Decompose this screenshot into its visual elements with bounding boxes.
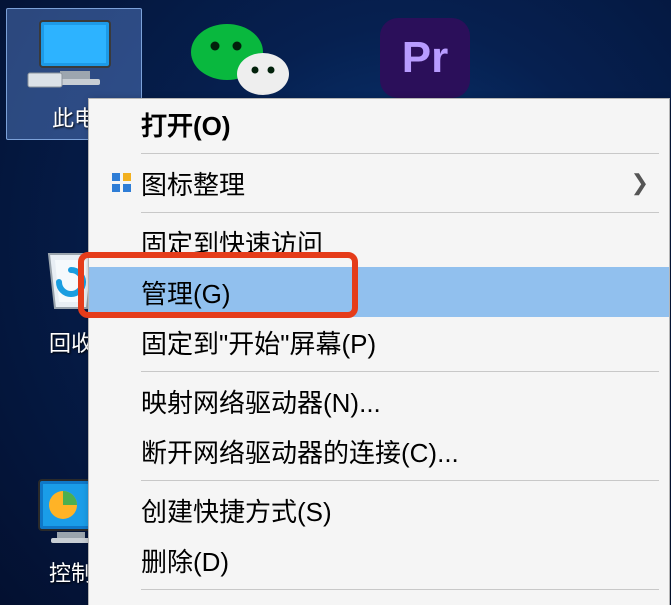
menu-item-pin-quick-access[interactable]: 固定到快速访问: [89, 217, 669, 267]
menu-item-label: 删除(D): [141, 542, 649, 579]
menu-item-label: 创建快捷方式(S): [141, 492, 649, 529]
menu-separator: [141, 480, 659, 481]
menu-item-label: 映射网络驱动器(N)...: [141, 383, 649, 420]
menu-item-label: 图标整理: [141, 165, 631, 202]
menu-item-delete[interactable]: 删除(D): [89, 535, 669, 585]
menu-item-label: 管理(G): [141, 274, 649, 311]
pr-letter-p: P: [402, 33, 431, 83]
menu-item-pin-start[interactable]: 固定到"开始"屏幕(P): [89, 317, 669, 367]
menu-item-properties[interactable]: 属性(R): [89, 594, 669, 605]
menu-item-icon-arrange[interactable]: 图标整理 ❯: [89, 158, 669, 208]
desktop-icon-wechat[interactable]: [185, 18, 295, 108]
submenu-arrow-icon: ❯: [631, 170, 649, 196]
menu-item-open[interactable]: 打开(O): [89, 99, 669, 149]
menu-item-label: 固定到"开始"屏幕(P): [141, 324, 649, 361]
menu-item-label: 打开(O): [141, 106, 649, 143]
menu-item-disconnect-drive[interactable]: 断开网络驱动器的连接(C)...: [89, 426, 669, 476]
menu-item-map-drive[interactable]: 映射网络驱动器(N)...: [89, 376, 669, 426]
context-menu: 打开(O) 图标整理 ❯ 固定到快速访问 管理(G) 固定到"开始"屏幕(P) …: [88, 98, 670, 605]
grid-icon: [103, 172, 141, 194]
menu-separator: [141, 589, 659, 590]
menu-item-label: 断开网络驱动器的连接(C)...: [141, 433, 649, 470]
desktop-icon-premiere[interactable]: Pr: [380, 18, 470, 98]
menu-item-label: 属性(R): [141, 601, 649, 605]
menu-separator: [141, 153, 659, 154]
menu-separator: [141, 371, 659, 372]
menu-item-label: 固定到快速访问: [141, 224, 649, 261]
pr-letter-r: r: [431, 33, 448, 83]
monitor-icon: [26, 15, 122, 95]
menu-separator: [141, 212, 659, 213]
menu-item-create-shortcut[interactable]: 创建快捷方式(S): [89, 485, 669, 535]
menu-item-manage[interactable]: 管理(G): [89, 267, 669, 317]
